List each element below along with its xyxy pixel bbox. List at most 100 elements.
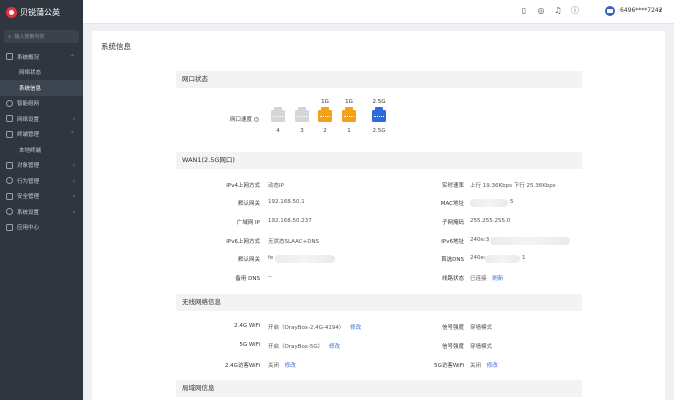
redacted-value [490,237,570,245]
app-title: 贝锐蒲公英 [20,7,60,17]
edit-link[interactable]: 修改 [487,363,498,369]
ethernet-port-icon [318,107,332,122]
sidebar-item-terminal-management[interactable]: 终端管理 ⌃ [0,127,83,143]
edit-link[interactable]: 修改 [350,325,361,331]
sidebar-item-smart-networking[interactable]: 智能组网 [0,96,83,112]
ethernet-port-icon [271,107,285,122]
wifi-label: 2.4G WiFi [234,323,260,329]
edit-link[interactable]: 修改 [285,363,296,369]
chevron-down-icon: › [72,193,75,200]
sidebar-item-label: 网络设置 [17,116,40,123]
sidebar: 贝锐蒲公英 ⌕ 输入搜索内容 系统概况 ⌃ 网络状态 系统信息 智能组网 网络设… [0,0,83,400]
wifi-label: 信号强度 [441,325,464,331]
wan-value: 5 [510,199,514,205]
headset-icon[interactable]: ◎ [536,6,546,16]
sidebar-item-system-settings[interactable]: 系统设置 › [0,204,83,220]
object-icon [6,161,13,169]
section-wan: WAN1(2.5G网口) [176,152,582,169]
chevron-down-icon: › [72,177,75,185]
wan-label: IPv6上网方式 [226,239,260,245]
username[interactable]: 6496****7242 [620,6,663,16]
wan-value: 192.168.50.1 [268,199,305,205]
sidebar-sub-local-terminal[interactable]: 本地终端 [0,142,83,158]
wan-value: 1 [522,255,526,261]
logo-icon [6,6,17,18]
wifi-label: 2.4G访客WiFi [224,363,260,369]
sidebar-item-label: 终端管理 [17,132,40,139]
phone-icon[interactable]: ▯ [519,6,529,16]
wan-label: IPv6地址 [441,239,464,245]
chevron-down-icon: › [72,162,75,169]
wan-value: 上行 19.36Kbps 下行 25.36Kbps [470,183,556,189]
info-icon: ? [254,117,259,122]
sidebar-item-behavior-management[interactable]: 行为管理 › [0,173,83,189]
wan-label: 默认网关 [237,257,260,263]
wan-label: 首选DNS [441,257,464,263]
wifi-label: 5G访客WiFi [434,363,464,369]
chevron-up-icon: ⌃ [69,131,75,138]
shield-icon [6,192,13,200]
apps-icon [6,223,13,231]
wifi-value: 关闭 修改 [470,363,498,369]
wan-value: 240e:3 [470,237,490,243]
ethernet-port-icon [295,107,309,122]
terminal-icon [6,130,13,138]
section-lan: 局域网信息 [176,380,582,397]
chevron-down-icon: › [72,115,75,123]
network-icon [6,99,13,107]
search-box[interactable]: ⌕ 输入搜索内容 [4,30,79,43]
behavior-icon [6,177,13,185]
wan-value: 240e: [470,255,486,261]
overview-icon [6,53,13,61]
wifi-value: 开启（OrayBox-2.4G-4194） 修改 [268,325,362,331]
wifi-value: 穿墙模式 [470,325,493,331]
wan-label: 实时速率 [441,183,464,189]
chevron-up-icon: ⌃ [69,53,75,61]
wan-value: 动态IP [268,183,284,189]
sidebar-item-app-center[interactable]: 应用中心 [0,220,83,236]
ethernet-port-icon [372,107,386,122]
wifi-value: 穿墙模式 [470,344,493,350]
wan-label: 默认网关 [237,201,260,207]
ethernet-port-icon [342,107,356,122]
sidebar-item-label: 智能组网 [17,101,40,108]
refresh-link[interactable]: 刷新 [492,276,503,282]
search-placeholder: 输入搜索内容 [14,34,45,40]
wan-label: 广域网 IP [236,220,260,226]
redacted-value [275,255,335,263]
sidebar-item-label: 系统设置 [17,209,40,216]
sidebar-item-overview[interactable]: 系统概况 ⌃ [0,49,83,65]
wan-value: 192.168.50.237 [268,218,312,224]
sidebar-sub-system-info[interactable]: 系统信息 [0,80,83,96]
chevron-down-icon: › [72,208,75,216]
help-icon[interactable]: ⓘ [570,6,580,16]
app-logo[interactable]: 贝锐蒲公英 [0,0,83,24]
wan-value: fe [268,255,274,261]
wifi-label: 5G WiFi [239,342,260,348]
sidebar-sub-network-status[interactable]: 网络状态 [0,65,83,81]
line-status: 已连接 刷新 [470,276,504,282]
top-header: ▯ ◎ ♫ ⓘ 6496****7242 ▾ [83,0,674,24]
wifi-label: 信号强度 [441,344,464,350]
section-wireless: 无线网络信息 [176,294,582,311]
wan-label: 子网掩码 [441,220,464,226]
sidebar-item-object-management[interactable]: 对象管理 › [0,158,83,174]
sidebar-item-security-management[interactable]: 安全管理 › [0,189,83,205]
edit-link[interactable]: 修改 [329,344,340,350]
redacted-value [485,255,520,263]
wan-label: MAC地址 [440,201,464,207]
wan-value: 无状态SLAAC+DNS [268,239,320,245]
settings-icon [6,115,13,123]
sidebar-item-label: 系统概况 [17,54,40,61]
sidebar-item-label: 行为管理 [17,178,40,185]
wan-value: -- [268,274,272,280]
page-title: 系统信息 [101,42,131,51]
gear-icon [6,208,13,216]
wifi-value: 关闭 修改 [268,363,296,369]
sidebar-item-label: 对象管理 [17,163,40,170]
avatar[interactable] [605,6,615,16]
chevron-down-icon[interactable]: ▾ [659,6,662,16]
main-content: 系统信息 网口状态 网口速度? 4 3 1G 2 1G 1 2.5G 2.5G … [92,31,665,400]
sidebar-item-network-settings[interactable]: 网络设置 › [0,111,83,127]
bell-icon[interactable]: ♫ [553,6,563,16]
